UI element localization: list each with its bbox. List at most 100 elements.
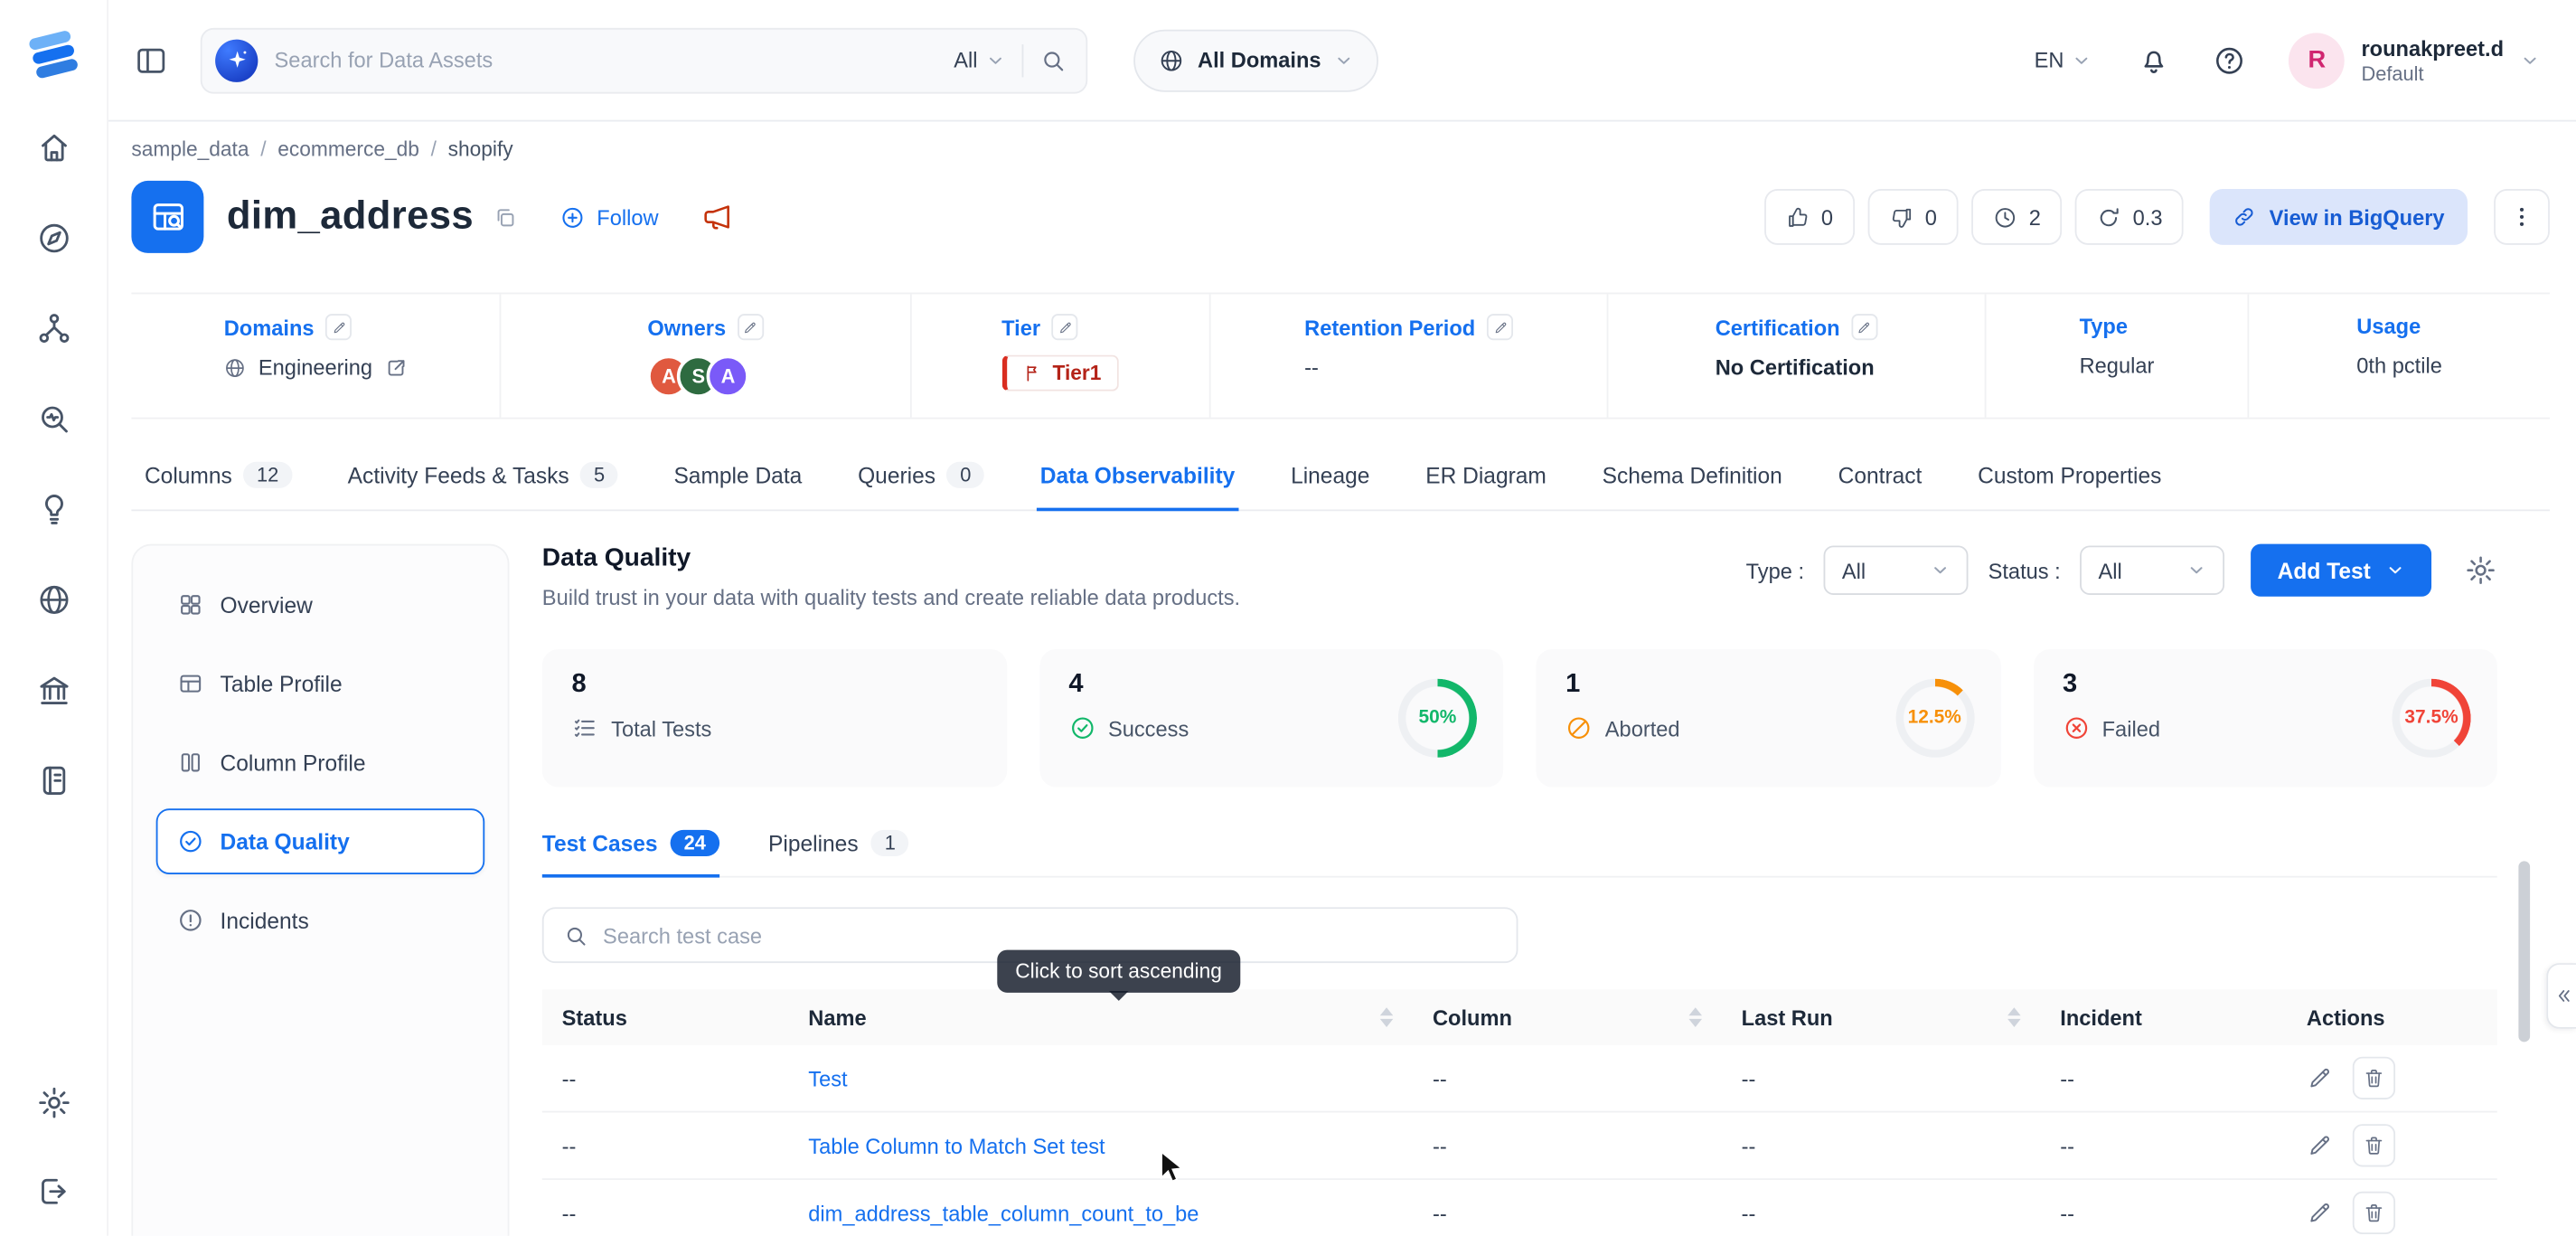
sidebar-item-data-quality[interactable]: Data Quality [156,808,485,874]
tab-activity-feeds[interactable]: Activity Feeds & Tasks5 [344,446,621,510]
tab-pipelines[interactable]: Pipelines 1 [768,830,908,876]
govern-icon[interactable] [35,672,71,708]
table-settings-gear-icon[interactable] [2464,554,2496,587]
cell-status: -- [542,1133,789,1157]
domains-value[interactable]: Engineering [259,355,372,380]
follow-button[interactable]: Follow [560,204,658,229]
version-history-button[interactable]: 2 [1971,189,2062,245]
metapilot-sparkle-icon[interactable] [215,39,258,81]
sidebar-toggle-icon[interactable] [135,43,167,76]
tab-contract[interactable]: Contract [1835,446,1925,510]
edit-retention-icon[interactable] [1487,314,1513,340]
type-filter-label: Type : [1746,558,1804,582]
test-case-link[interactable]: dim_address_table_column_count_to_be [808,1201,1199,1225]
edit-tier-icon[interactable] [1052,314,1078,340]
test-case-search-input[interactable] [603,923,1497,948]
add-test-button[interactable]: Add Test [2252,544,2431,597]
header-last-run[interactable]: Last Run [1722,1005,2041,1029]
edit-certification-icon[interactable] [1851,314,1877,340]
view-in-bigquery-button[interactable]: View in BigQuery [2210,189,2468,245]
sort-icon[interactable] [1380,1007,1394,1027]
owner-avatars[interactable]: A S A [647,355,749,398]
vertical-scrollbar-thumb[interactable] [2518,861,2530,1042]
breadcrumb-item[interactable]: shopify [448,138,513,161]
avatar[interactable]: R [2289,32,2345,88]
header-name[interactable]: Name [788,1005,1413,1029]
cell-incident: -- [2040,1201,2287,1225]
status-filter-select[interactable]: All [2081,545,2225,595]
settings-gear-icon[interactable] [35,1085,71,1121]
tab-data-observability[interactable]: Data Observability [1037,446,1238,510]
edit-test-icon[interactable] [2307,1065,2333,1091]
type-filter-select[interactable]: All [1824,545,1969,595]
more-actions-button[interactable] [2494,189,2550,245]
search-icon[interactable] [1040,47,1067,73]
user-menu[interactable]: R rounakpreet.d Default [2289,32,2540,88]
tab-columns[interactable]: Columns12 [141,446,295,510]
downvote-button[interactable]: 0 [1867,189,1958,245]
edit-test-icon[interactable] [2307,1132,2333,1158]
sidebar-item-incidents[interactable]: Incidents [156,888,485,954]
home-icon[interactable] [35,130,71,166]
upvote-button[interactable]: 0 [1763,189,1854,245]
test-case-link[interactable]: Table Column to Match Set test [808,1133,1105,1157]
delete-test-icon[interactable] [2353,1057,2395,1099]
tab-sample-data[interactable]: Sample Data [671,446,805,510]
tab-schema-definition[interactable]: Schema Definition [1599,446,1785,510]
test-case-link[interactable]: Test [808,1066,847,1090]
data-assets-icon[interactable] [35,311,71,347]
chevron-down-icon [2187,561,2207,580]
score-button[interactable]: 0.3 [2075,189,2184,245]
explore-icon[interactable] [35,221,71,257]
aborted-slash-icon [1565,715,1592,741]
rail-bottom [35,1085,71,1210]
version-count: 2 [2029,204,2041,229]
test-case-tabs: Test Cases 24 Pipelines 1 [542,830,2497,878]
breadcrumb-item[interactable]: sample_data [131,138,249,161]
edit-domains-icon[interactable] [325,314,352,340]
flag-icon [1023,363,1043,383]
type-label: Type [2080,314,2128,338]
columns-icon [177,750,203,776]
all-domains-button[interactable]: All Domains [1133,29,1378,91]
copy-icon[interactable] [494,204,518,229]
pipelines-count-badge: 1 [871,830,908,856]
breadcrumb-item[interactable]: ecommerce_db [277,138,419,161]
app-logo-icon[interactable] [23,23,85,85]
tab-lineage[interactable]: Lineage [1287,446,1373,510]
global-search[interactable]: All [201,27,1088,93]
delete-test-icon[interactable] [2353,1124,2395,1166]
retention-value: -- [1304,355,1319,380]
glossary-icon[interactable] [35,762,71,798]
sidebar-item-column-profile[interactable]: Column Profile [156,730,485,796]
sidebar-item-table-profile[interactable]: Table Profile [156,651,485,717]
sort-icon[interactable] [1688,1007,1702,1027]
test-summary-cards: 8 Total Tests 4 Success [542,649,2497,788]
sidebar-item-overview[interactable]: Overview [156,572,485,638]
owner-avatar[interactable]: A [707,355,749,398]
domains-label: Domains [224,315,315,339]
notifications-bell-icon[interactable] [2138,43,2170,76]
edit-owners-icon[interactable] [738,314,764,340]
language-select[interactable]: EN [2035,48,2092,72]
domains-icon[interactable] [35,581,71,618]
delete-test-icon[interactable] [2353,1192,2395,1234]
insights-icon[interactable] [35,491,71,527]
announcement-megaphone-icon[interactable] [701,201,734,233]
thumbs-up-icon [1785,204,1810,229]
external-link-icon[interactable] [384,356,407,379]
sort-icon[interactable] [2007,1007,2021,1027]
header-column[interactable]: Column [1413,1005,1722,1029]
help-icon[interactable] [2214,43,2246,76]
observability-icon[interactable] [35,401,71,437]
right-panel-toggle[interactable] [2546,963,2576,1029]
tab-queries[interactable]: Queries0 [854,446,987,510]
tab-test-cases[interactable]: Test Cases 24 [542,830,719,876]
logout-icon[interactable] [35,1174,71,1210]
tab-er-diagram[interactable]: ER Diagram [1423,446,1550,510]
global-search-input[interactable] [275,48,937,72]
edit-test-icon[interactable] [2307,1200,2333,1226]
tier-badge[interactable]: Tier1 [1001,355,1119,392]
search-scope-select[interactable]: All [954,48,1005,72]
tab-custom-properties[interactable]: Custom Properties [1975,446,2165,510]
